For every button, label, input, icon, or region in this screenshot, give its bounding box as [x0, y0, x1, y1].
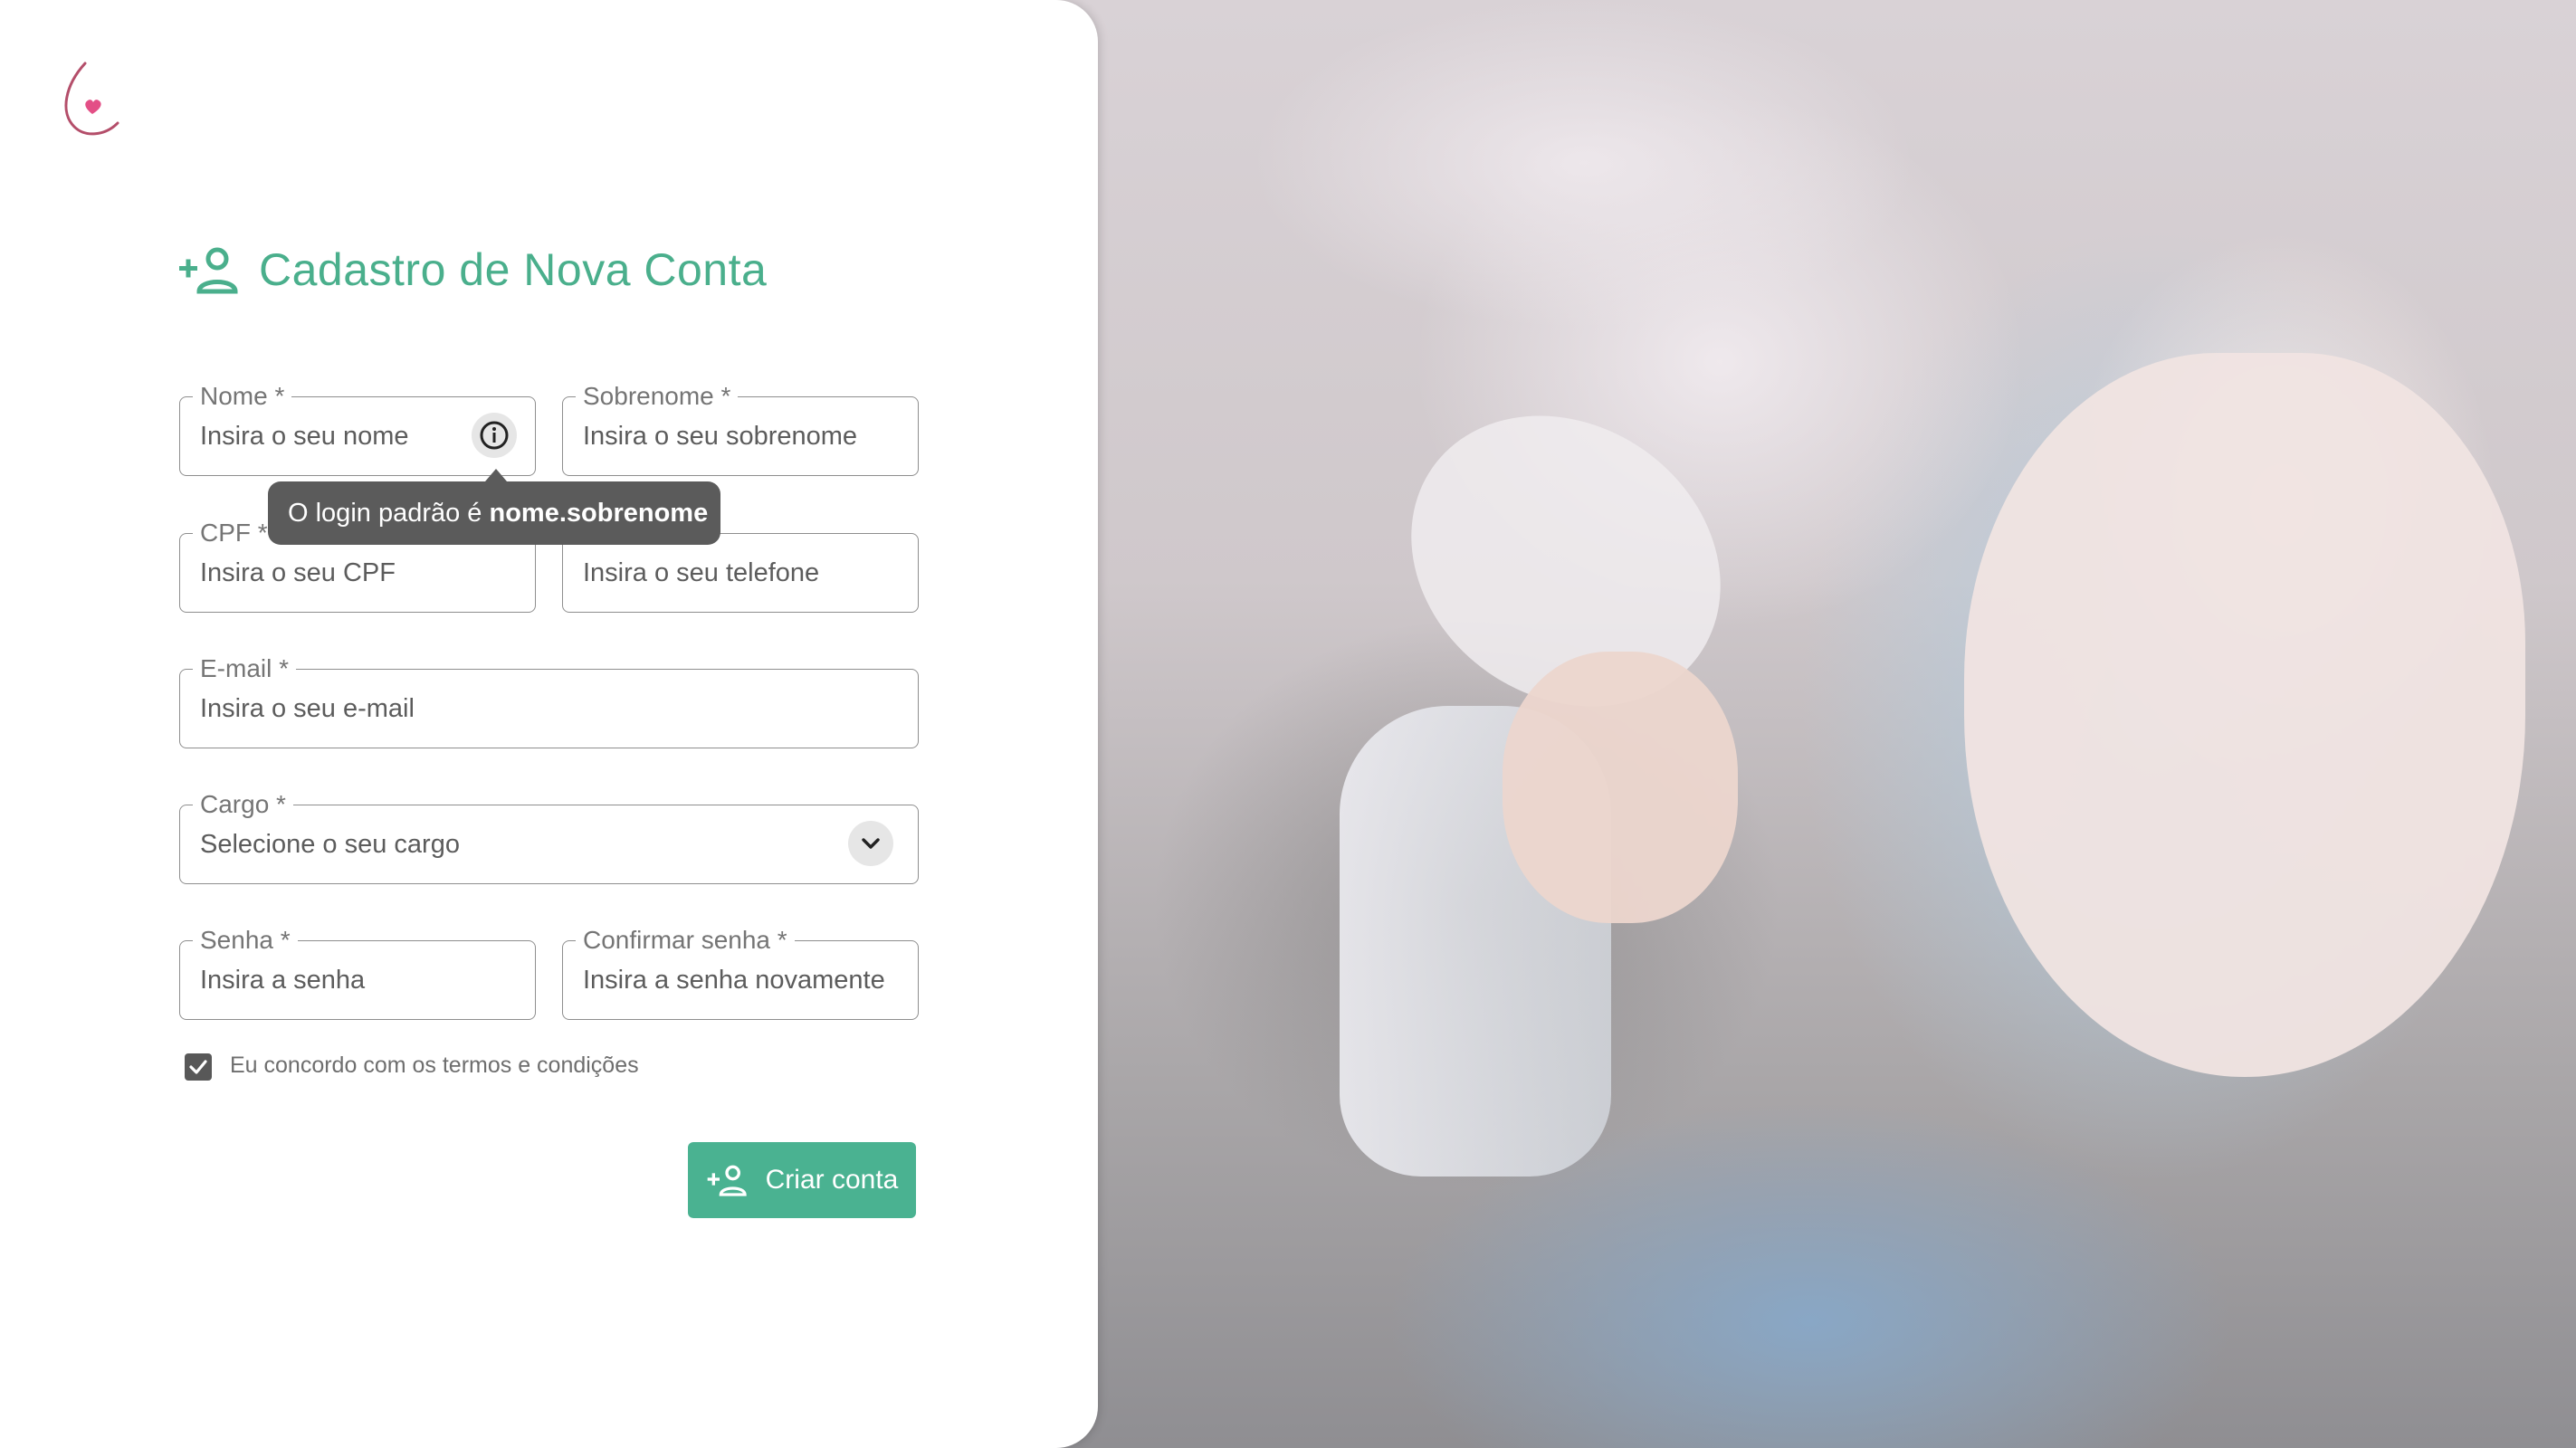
create-account-button[interactable]: Criar conta: [688, 1142, 916, 1218]
info-icon: [480, 421, 509, 450]
cpf-field[interactable]: CPF * Insira o seu CPF: [179, 519, 536, 613]
photo-detail: [1503, 652, 1738, 923]
tooltip-bold-text: nome.sobrenome: [489, 498, 709, 528]
first-name-label: Nome *: [193, 383, 292, 410]
password-placeholder: Insira a senha: [200, 966, 366, 995]
signup-card: Cadastro de Nova Conta Nome * Insira o s…: [0, 0, 1098, 1448]
first-name-field[interactable]: Nome * Insira o seu nome: [179, 383, 536, 476]
last-name-field[interactable]: Sobrenome * Insira o seu sobrenome: [562, 383, 919, 476]
confirm-password-label: Confirmar senha *: [576, 927, 795, 954]
create-account-label: Criar conta: [765, 1165, 899, 1195]
cpf-placeholder: Insira o seu CPF: [200, 558, 396, 587]
email-label: E-mail *: [193, 655, 297, 682]
tooltip-arrow: [485, 469, 507, 481]
photo-detail: [1964, 353, 2525, 1077]
page-header: Cadastro de Nova Conta: [179, 243, 767, 297]
login-tooltip: O login padrão é nome.sobrenome: [268, 481, 720, 545]
role-label: Cargo *: [193, 791, 293, 818]
password-field[interactable]: Senha * Insira a senha: [179, 927, 536, 1020]
last-name-label: Sobrenome *: [576, 383, 739, 410]
phone-field[interactable]: Insira o seu telefone: [562, 533, 919, 613]
page-title: Cadastro de Nova Conta: [259, 244, 768, 295]
info-button[interactable]: [472, 413, 517, 458]
phone-placeholder: Insira o seu telefone: [583, 558, 820, 587]
terms-checkbox[interactable]: [185, 1053, 212, 1081]
confirm-password-field[interactable]: Confirmar senha * Insira a senha novamen…: [562, 927, 919, 1020]
logo-icon: [64, 62, 119, 136]
password-label: Senha *: [193, 927, 298, 954]
role-select[interactable]: Cargo * Selecione o seu cargo: [179, 791, 919, 884]
tooltip-text: O login padrão é: [288, 498, 482, 528]
person-add-icon: [179, 247, 238, 294]
person-add-icon: [707, 1165, 747, 1196]
cpf-label: CPF *: [193, 519, 275, 547]
last-name-placeholder: Insira o seu sobrenome: [583, 422, 858, 451]
dropdown-button[interactable]: [848, 821, 893, 866]
checkmark-icon: [189, 1060, 207, 1074]
terms-label[interactable]: Eu concordo com os termos e condições: [230, 1050, 639, 1081]
email-field[interactable]: E-mail * Insira o seu e-mail: [179, 655, 919, 748]
confirm-password-placeholder: Insira a senha novamente: [583, 966, 885, 995]
first-name-placeholder: Insira o seu nome: [200, 422, 409, 451]
role-placeholder: Selecione o seu cargo: [200, 830, 460, 859]
email-placeholder: Insira o seu e-mail: [200, 694, 415, 723]
chevron-down-icon: [862, 838, 880, 849]
